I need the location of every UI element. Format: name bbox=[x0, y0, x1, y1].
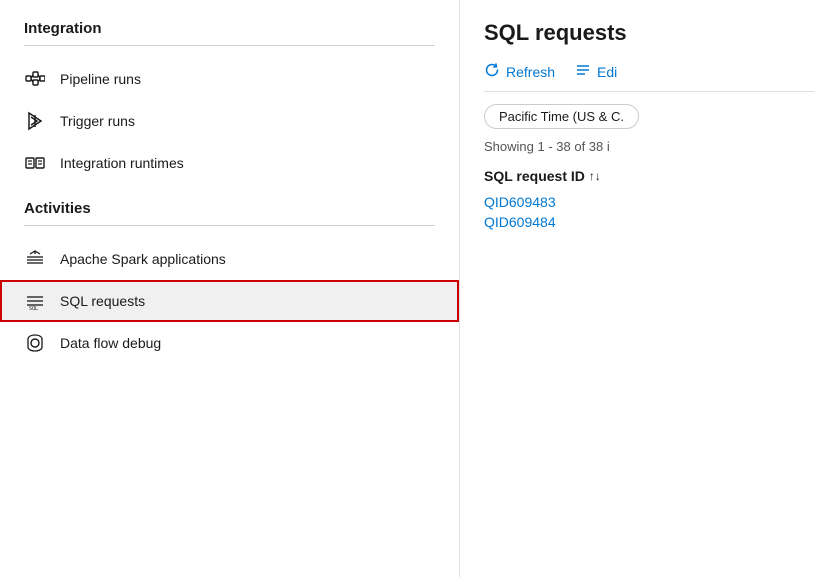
timezone-selector[interactable]: Pacific Time (US & C. bbox=[484, 104, 639, 129]
trigger-runs-label: Trigger runs bbox=[60, 113, 135, 129]
activities-section-title: Activities bbox=[0, 200, 459, 225]
sort-icon: ↑↓ bbox=[589, 169, 601, 183]
sidebar-item-data-flow-debug[interactable]: Data flow debug bbox=[0, 322, 459, 364]
sql-icon: SQL bbox=[24, 290, 46, 312]
sql-request-link-2[interactable]: QID609484 bbox=[484, 214, 556, 230]
sidebar-item-apache-spark[interactable]: Apache Spark applications bbox=[0, 238, 459, 280]
integration-divider bbox=[24, 45, 435, 46]
refresh-label: Refresh bbox=[506, 64, 555, 80]
integration-section: Integration Pipeline runs bbox=[0, 20, 459, 184]
table-row: QID609483 bbox=[484, 194, 814, 210]
sidebar-item-trigger-runs[interactable]: Trigger runs bbox=[0, 100, 459, 142]
pipeline-icon bbox=[24, 68, 46, 90]
activities-section: Activities Apache Spark applications bbox=[0, 200, 459, 364]
refresh-icon bbox=[484, 62, 500, 81]
sql-request-link-1[interactable]: QID609483 bbox=[484, 194, 556, 210]
integration-icon bbox=[24, 152, 46, 174]
sidebar: Integration Pipeline runs bbox=[0, 0, 460, 577]
showing-count: Showing 1 - 38 of 38 i bbox=[484, 139, 814, 154]
column-header[interactable]: SQL request ID ↑↓ bbox=[484, 168, 814, 184]
sidebar-item-integration-runtimes[interactable]: Integration runtimes bbox=[0, 142, 459, 184]
timezone-value: Pacific Time (US & C. bbox=[499, 109, 624, 124]
data-flow-debug-label: Data flow debug bbox=[60, 335, 161, 351]
sql-request-id-header: SQL request ID bbox=[484, 168, 585, 184]
main-content: SQL requests Refresh Edi Pa bbox=[460, 0, 838, 577]
page-title: SQL requests bbox=[484, 20, 814, 46]
pipeline-runs-label: Pipeline runs bbox=[60, 71, 141, 87]
sidebar-item-sql-requests[interactable]: SQL SQL requests bbox=[0, 280, 459, 322]
trigger-icon bbox=[24, 110, 46, 132]
dataflow-icon bbox=[24, 332, 46, 354]
apache-spark-label: Apache Spark applications bbox=[60, 251, 226, 267]
edit-button[interactable]: Edi bbox=[575, 62, 617, 81]
sidebar-item-pipeline-runs[interactable]: Pipeline runs bbox=[0, 58, 459, 100]
toolbar: Refresh Edi bbox=[484, 62, 814, 92]
spark-icon bbox=[24, 248, 46, 270]
edit-label: Edi bbox=[597, 64, 617, 80]
integration-section-title: Integration bbox=[0, 20, 459, 45]
table-row: QID609484 bbox=[484, 214, 814, 230]
refresh-button[interactable]: Refresh bbox=[484, 62, 555, 81]
edit-icon bbox=[575, 62, 591, 81]
data-rows: QID609483 QID609484 bbox=[484, 194, 814, 230]
activities-divider bbox=[24, 225, 435, 226]
sql-requests-label: SQL requests bbox=[60, 293, 145, 309]
svg-text:SQL: SQL bbox=[29, 306, 38, 311]
integration-runtimes-label: Integration runtimes bbox=[60, 155, 184, 171]
